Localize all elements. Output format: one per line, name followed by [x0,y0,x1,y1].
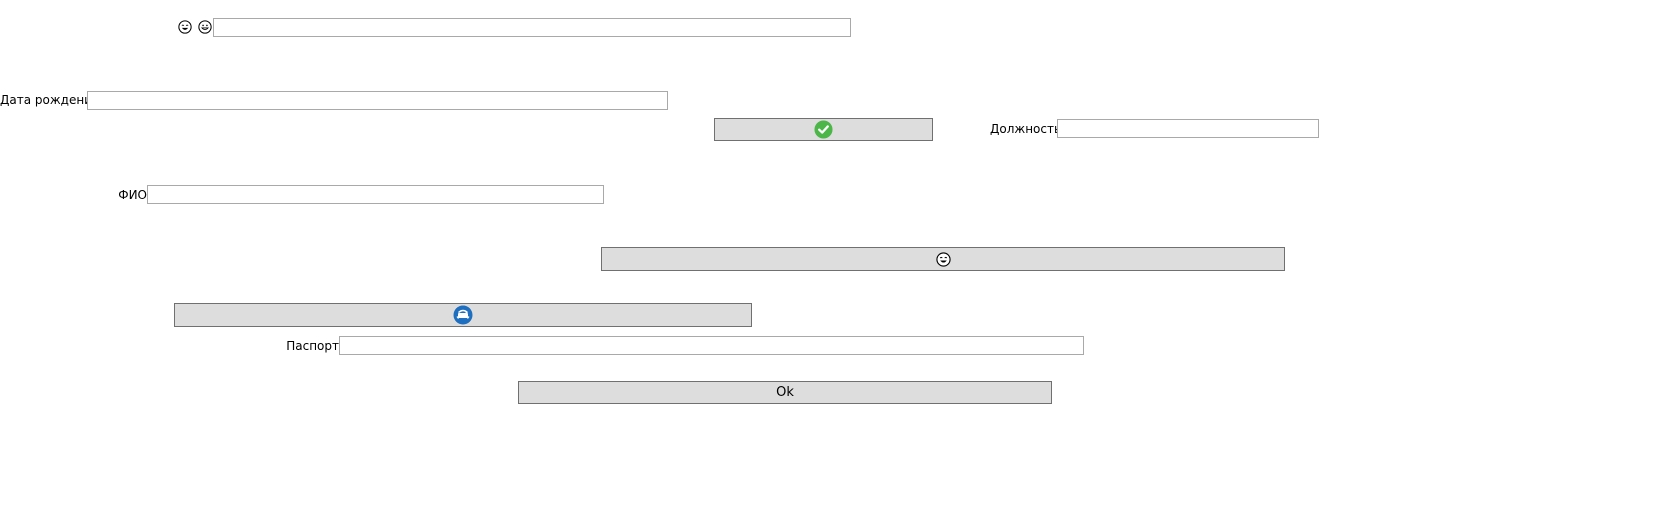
passport-label: Паспорт [286,339,339,353]
laughing-face-icon [935,251,951,267]
fio-label: ФИО [118,188,147,202]
grinning-face-icon [198,20,213,35]
birth-date-label: Дата рождения [0,93,100,107]
birth-date-field[interactable] [87,91,668,110]
top-input[interactable] [213,18,851,37]
ok-button[interactable]: Ok [518,381,1052,404]
green-checkmark-icon [814,120,833,139]
blue-refresh-icon [453,305,473,325]
confirm-button[interactable] [714,118,933,141]
laughing-face-icon [178,20,193,35]
emoji-button[interactable] [601,247,1285,271]
position-field[interactable] [1057,119,1319,138]
passport-field[interactable] [339,336,1084,355]
position-label: Должность [990,122,1062,136]
fio-field[interactable] [147,185,604,204]
refresh-button[interactable] [174,303,752,327]
